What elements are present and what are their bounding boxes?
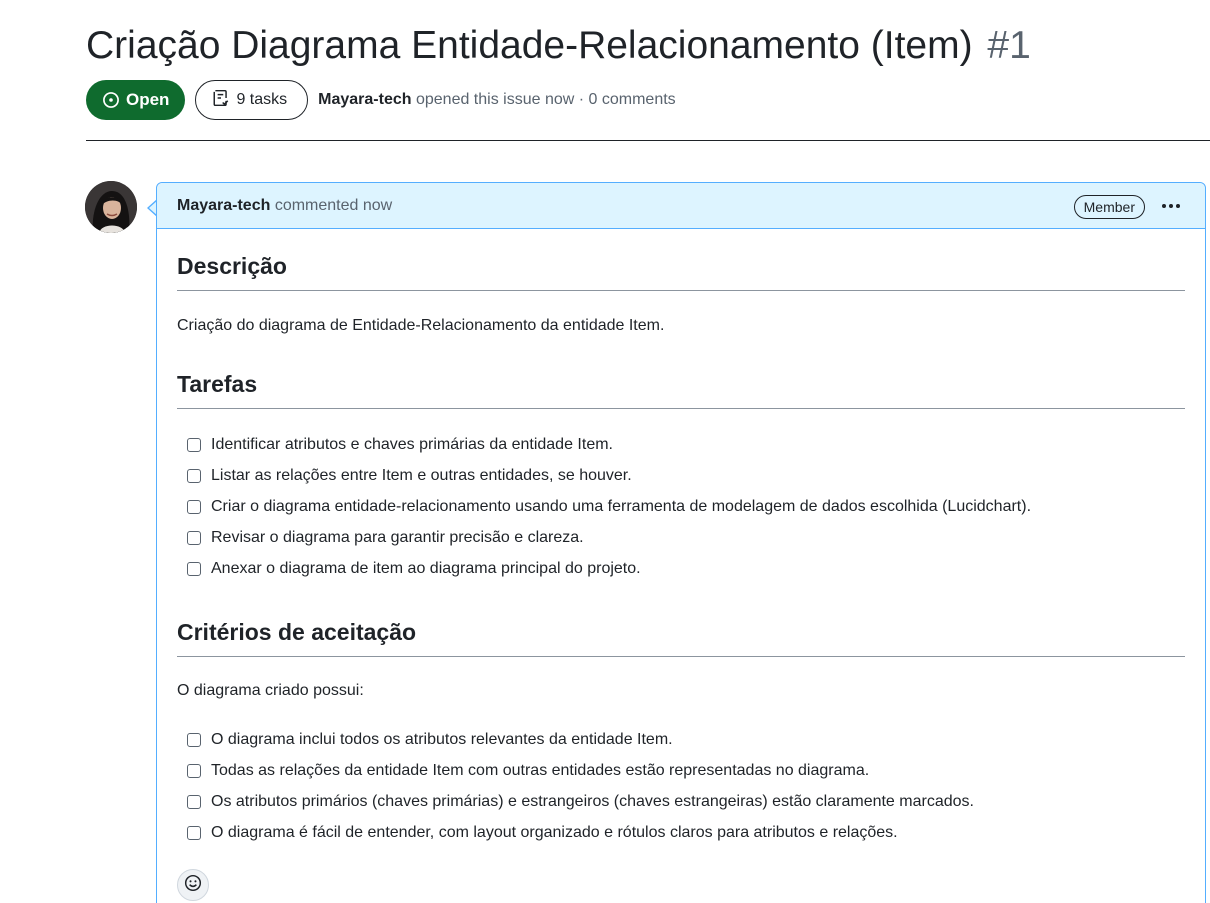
- comment-author-link[interactable]: Mayara-tech: [177, 197, 270, 214]
- criterios-task-list: O diagrama inclui todos os atributos rel…: [177, 724, 974, 848]
- task-checkbox[interactable]: [187, 825, 201, 840]
- issue-state-label: Open: [126, 90, 170, 109]
- criterios-intro: O diagrama criado possui:: [177, 682, 364, 699]
- heading-tarefas: Tarefas: [177, 371, 1185, 409]
- task-checkbox[interactable]: [187, 794, 201, 809]
- task-checkbox[interactable]: [187, 499, 201, 514]
- issue-title: Criação Diagrama Entidade-Relacionamento…: [86, 24, 1031, 68]
- issue-author-link[interactable]: Mayara-tech: [318, 91, 411, 108]
- task-label: O diagrama é fácil de entender, com layo…: [211, 823, 898, 841]
- issue-title-text: Criação Diagrama Entidade-Relacionamento…: [86, 24, 973, 67]
- task-item: O diagrama é fácil de entender, com layo…: [177, 817, 974, 848]
- task-item: O diagrama inclui todos os atributos rel…: [177, 724, 974, 755]
- kebab-horizontal-icon[interactable]: [1159, 195, 1183, 217]
- tasks-progress-button[interactable]: 9 tasks: [195, 80, 309, 120]
- task-item: Revisar o diagrama para garantir precisã…: [177, 522, 1031, 553]
- issue-meta: Open 9 tasks Mayara-tech opened this iss…: [86, 80, 676, 120]
- task-label: Anexar o diagrama de item ao diagrama pr…: [211, 559, 641, 577]
- tarefas-task-list: Identificar atributos e chaves primárias…: [177, 429, 1031, 584]
- issue-number: #1: [987, 24, 1031, 67]
- task-checkbox[interactable]: [187, 763, 201, 778]
- member-badge: Member: [1073, 195, 1145, 219]
- issue-meta-text: Mayara-tech opened this issue now · 0 co…: [318, 91, 676, 109]
- task-label: Os atributos primários (chaves primárias…: [211, 792, 974, 810]
- task-checkbox[interactable]: [187, 437, 201, 452]
- checklist-icon: [212, 89, 230, 112]
- heading-criterios: Critérios de aceitação: [177, 619, 1185, 657]
- comment-box: Mayara-tech commented now Member Descriç…: [156, 182, 1206, 903]
- task-checkbox[interactable]: [187, 561, 201, 576]
- heading-descricao: Descrição: [177, 253, 1185, 291]
- task-item: Todas as relações da entidade Item com o…: [177, 755, 974, 786]
- header-divider: [86, 140, 1210, 141]
- issue-state-badge: Open: [86, 80, 186, 120]
- task-label: Criar o diagrama entidade-relacionamento…: [211, 497, 1032, 515]
- task-label: Identificar atributos e chaves primárias…: [211, 435, 613, 453]
- issue-meta-suffix: opened this issue now · 0 comments: [415, 91, 676, 108]
- comment-header: Mayara-tech commented now Member: [157, 183, 1205, 229]
- avatar[interactable]: [85, 181, 137, 233]
- smiley-icon: [184, 874, 202, 897]
- kebab-dot: [1176, 204, 1180, 208]
- task-checkbox[interactable]: [187, 732, 201, 747]
- task-label: Listar as relações entre Item e outras e…: [211, 466, 632, 484]
- task-item: Identificar atributos e chaves primárias…: [177, 429, 1031, 460]
- task-item: Os atributos primários (chaves primárias…: [177, 786, 974, 817]
- task-checkbox[interactable]: [187, 530, 201, 545]
- comment-action: commented now: [274, 196, 393, 214]
- add-reaction-button[interactable]: [177, 869, 209, 901]
- task-item: Listar as relações entre Item e outras e…: [177, 460, 1031, 491]
- task-label: Revisar o diagrama para garantir precisã…: [211, 528, 584, 546]
- kebab-dot: [1169, 204, 1173, 208]
- kebab-dot: [1162, 204, 1166, 208]
- issue-opened-icon: [102, 91, 120, 109]
- task-checkbox[interactable]: [187, 468, 201, 483]
- comment-meta: Mayara-tech commented now: [177, 197, 392, 215]
- task-item: Anexar o diagrama de item ao diagrama pr…: [177, 553, 1031, 584]
- task-item: Criar o diagrama entidade-relacionamento…: [177, 491, 1031, 522]
- task-label: O diagrama inclui todos os atributos rel…: [211, 730, 673, 748]
- descricao-text: Criação do diagrama de Entidade-Relacion…: [177, 317, 665, 334]
- tasks-label: 9 tasks: [236, 91, 288, 108]
- task-label: Todas as relações da entidade Item com o…: [211, 761, 870, 779]
